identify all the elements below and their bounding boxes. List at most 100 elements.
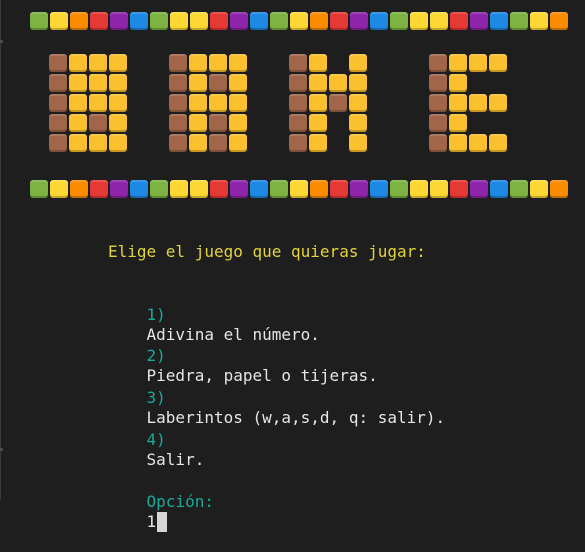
input-prompt[interactable]: Opción: 1 [108, 472, 214, 552]
bottom-border-tile [410, 180, 428, 198]
bottom-border-tile [370, 180, 388, 198]
option-number: 4) [146, 430, 166, 449]
banner-letter-a-tile [169, 54, 187, 72]
banner-letter-g-tile [109, 54, 127, 72]
banner-letter-g-tile [49, 134, 67, 152]
banner-letter-a-tile [169, 94, 187, 112]
banner-letter-m-tile [289, 134, 307, 152]
top-border-tile [290, 12, 308, 30]
banner-letter-g-tile [49, 54, 67, 72]
banner-letter-e-tile [429, 94, 447, 112]
banner-letter-e-tile [449, 74, 467, 92]
top-border-tile [410, 12, 428, 30]
banner-letter-m-tile [349, 134, 367, 152]
bottom-border-tile [270, 180, 288, 198]
banner-letter-g-tile [69, 54, 87, 72]
top-border-tile [50, 12, 68, 30]
banner-letter-m-tile [309, 74, 327, 92]
banner-letter-e-tile [429, 134, 447, 152]
bottom-border-tile [310, 180, 328, 198]
top-border-tile [550, 12, 568, 30]
top-border-tile [30, 12, 48, 30]
bottom-border-tile [110, 180, 128, 198]
bottom-border-tile [30, 180, 48, 198]
top-border-tile [150, 12, 168, 30]
bottom-border-tile [550, 180, 568, 198]
banner-letter-e-tile [449, 114, 467, 132]
bottom-border-tile [70, 180, 88, 198]
banner-letter-a-tile [229, 114, 247, 132]
option-label: Salir. [146, 450, 205, 469]
bottom-border-tile [50, 180, 68, 198]
option-number: 2) [146, 346, 166, 365]
banner-letter-a-tile [209, 94, 227, 112]
banner-letter-g-tile [89, 54, 107, 72]
banner-letter-a-tile [169, 114, 187, 132]
left-border-marker [0, 448, 3, 451]
text-cursor [157, 512, 168, 532]
bottom-border-tile [430, 180, 448, 198]
bottom-border-tile [510, 180, 528, 198]
banner-letter-m-tile [349, 114, 367, 132]
banner-letter-a-tile [229, 134, 247, 152]
top-border-tile [330, 12, 348, 30]
banner-letter-m-tile [309, 94, 327, 112]
bottom-border-tile [170, 180, 188, 198]
bottom-border-tile [530, 180, 548, 198]
top-border-tile [430, 12, 448, 30]
banner-letter-e-tile [449, 54, 467, 72]
bottom-border-tile [250, 180, 268, 198]
top-border-tile [450, 12, 468, 30]
banner-letter-e-tile [489, 94, 507, 112]
banner-letter-g-tile [109, 134, 127, 152]
banner-letter-a-tile [229, 54, 247, 72]
banner-letter-e-tile [429, 74, 447, 92]
input-value[interactable]: 1 [147, 512, 157, 531]
banner-letter-g-tile [109, 114, 127, 132]
top-border-tile [250, 12, 268, 30]
banner-letter-e-tile [469, 54, 487, 72]
bottom-border-tile [490, 180, 508, 198]
prompt-label: Opción: [146, 492, 214, 511]
banner-letter-g-tile [69, 114, 87, 132]
banner-letter-a-tile [189, 74, 207, 92]
bottom-border-tile [230, 180, 248, 198]
banner-letter-a-tile [169, 134, 187, 152]
bottom-border-tile [130, 180, 148, 198]
banner-letter-m-tile [309, 114, 327, 132]
menu-title: Elige el juego que quieras jugar: [108, 242, 426, 261]
banner-letter-m-tile [349, 94, 367, 112]
banner-letter-a-tile [229, 94, 247, 112]
banner-letter-m-tile [329, 94, 347, 112]
banner-letter-g-tile [69, 94, 87, 112]
bottom-border-tile [290, 180, 308, 198]
banner-letter-g-tile [69, 74, 87, 92]
banner-letter-g-tile [89, 114, 107, 132]
bottom-border-tile [210, 180, 228, 198]
banner-letter-m-tile [309, 54, 327, 72]
bottom-border-tile [190, 180, 208, 198]
banner-letter-a-tile [189, 134, 207, 152]
banner-letter-e-tile [469, 94, 487, 112]
banner-letter-a-tile [209, 74, 227, 92]
banner-letter-g-tile [89, 94, 107, 112]
banner-letter-e-tile [449, 134, 467, 152]
banner-letter-m-tile [329, 74, 347, 92]
banner-letter-a-tile [169, 74, 187, 92]
bottom-border-tile [450, 180, 468, 198]
top-border-tile [90, 12, 108, 30]
banner-letter-e-tile [429, 54, 447, 72]
banner-letter-g-tile [49, 94, 67, 112]
top-border-tile [110, 12, 128, 30]
banner-letter-g-tile [49, 114, 67, 132]
top-border-tile [70, 12, 88, 30]
banner-letter-m-tile [309, 134, 327, 152]
banner-letter-g-tile [89, 134, 107, 152]
option-number: 3) [146, 388, 166, 407]
banner-letter-e-tile [469, 134, 487, 152]
top-border-tile [130, 12, 148, 30]
top-border-tile [270, 12, 288, 30]
banner-letter-m-tile [289, 94, 307, 112]
top-border-tile [390, 12, 408, 30]
bottom-border-tile [470, 180, 488, 198]
